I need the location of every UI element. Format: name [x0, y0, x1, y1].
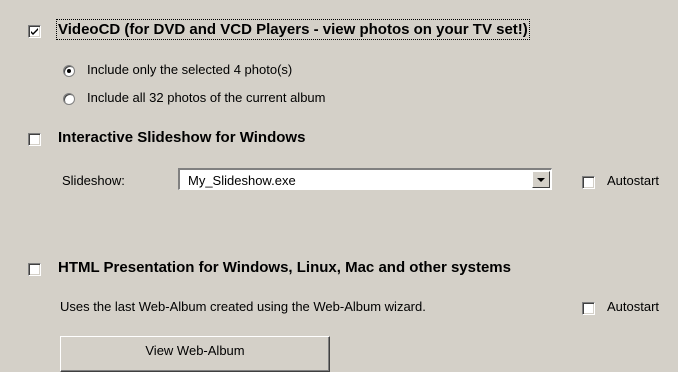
radio-dot-icon: [67, 69, 71, 73]
html-autostart-label[interactable]: Autostart: [607, 299, 659, 314]
slideshow-autostart-label[interactable]: Autostart: [607, 173, 659, 188]
slideshow-field-label: Slideshow:: [62, 173, 125, 188]
videocd-checkbox[interactable]: [28, 25, 41, 38]
slideshow-autostart-checkbox[interactable]: [582, 176, 595, 189]
videocd-label[interactable]: VideoCD (for DVD and VCD Players - view …: [56, 19, 530, 40]
checkmark-icon: [31, 28, 38, 35]
radio-selected-photos[interactable]: [63, 65, 75, 77]
slideshow-dropdown-button[interactable]: [532, 171, 550, 188]
radio-selected-photos-label[interactable]: Include only the selected 4 photo(s): [87, 62, 292, 77]
html-checkbox[interactable]: [28, 263, 41, 276]
slideshow-select[interactable]: My_Slideshow.exe: [178, 168, 552, 190]
radio-all-photos[interactable]: [63, 93, 75, 105]
html-description: Uses the last Web-Album created using th…: [60, 299, 426, 314]
slideshow-checkbox[interactable]: [28, 133, 41, 146]
radio-all-photos-label[interactable]: Include all 32 photos of the current alb…: [87, 90, 325, 105]
view-web-album-button[interactable]: View Web-Album: [60, 336, 330, 372]
chevron-down-icon: [537, 178, 545, 182]
slideshow-label[interactable]: Interactive Slideshow for Windows: [58, 129, 305, 146]
html-autostart-checkbox[interactable]: [582, 302, 595, 315]
html-label[interactable]: HTML Presentation for Windows, Linux, Ma…: [58, 259, 511, 276]
slideshow-select-value: My_Slideshow.exe: [188, 173, 296, 188]
